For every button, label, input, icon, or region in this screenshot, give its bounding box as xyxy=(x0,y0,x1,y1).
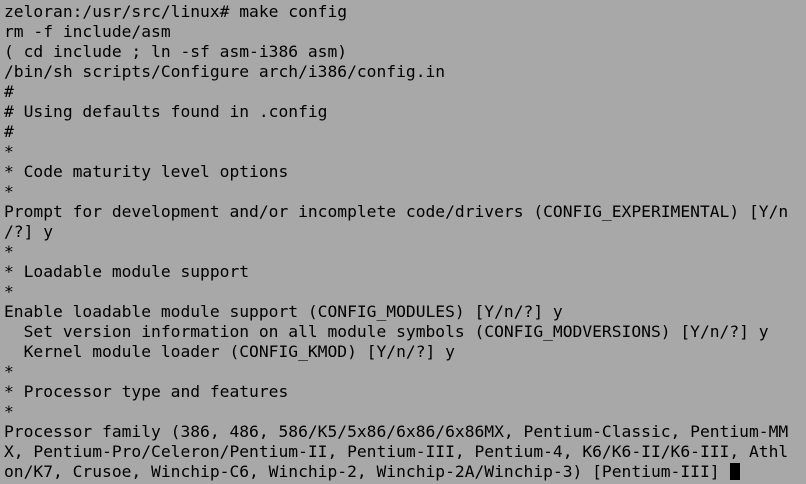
terminal-line: /?] y xyxy=(4,222,54,241)
terminal-line: ( cd include ; ln -sf asm-i386 asm) xyxy=(4,42,348,61)
prompt-text: on/K7, Crusoe, Winchip-C6, Winchip-2, Wi… xyxy=(4,462,730,481)
terminal-line: * xyxy=(4,182,14,201)
terminal-prompt-line[interactable]: on/K7, Crusoe, Winchip-C6, Winchip-2, Wi… xyxy=(4,462,806,482)
terminal-window[interactable]: zeloran:/usr/src/linux# make config rm -… xyxy=(0,0,806,484)
terminal-line: Prompt for development and/or incomplete… xyxy=(4,202,789,221)
terminal-line: * xyxy=(4,282,14,301)
terminal-line: # xyxy=(4,122,14,141)
terminal-line: zeloran:/usr/src/linux# make config xyxy=(4,2,348,21)
terminal-line: rm -f include/asm xyxy=(4,22,171,41)
terminal-line: * xyxy=(4,362,14,381)
terminal-line: Enable loadable module support (CONFIG_M… xyxy=(4,302,563,321)
terminal-line: /bin/sh scripts/Configure arch/i386/conf… xyxy=(4,62,446,81)
block-cursor-icon[interactable] xyxy=(730,463,741,480)
terminal-line: * xyxy=(4,242,14,261)
terminal-line: # xyxy=(4,82,14,101)
terminal-line: * xyxy=(4,402,14,421)
terminal-line: Processor family (386, 486, 586/K5/5x86/… xyxy=(4,422,789,441)
terminal-line: * Processor type and features xyxy=(4,382,289,401)
terminal-line: * xyxy=(4,142,14,161)
terminal-line: Kernel module loader (CONFIG_KMOD) [Y/n/… xyxy=(4,342,455,361)
terminal-line: * Code maturity level options xyxy=(4,162,289,181)
terminal-line: X, Pentium-Pro/Celeron/Pentium-II, Penti… xyxy=(4,442,789,461)
terminal-line: * Loadable module support xyxy=(4,262,250,281)
terminal-line: # Using defaults found in .config xyxy=(4,102,328,121)
terminal-line: Set version information on all module sy… xyxy=(4,322,769,341)
